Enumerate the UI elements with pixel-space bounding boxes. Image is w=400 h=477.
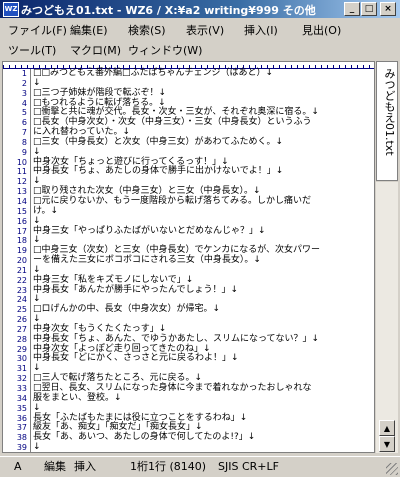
menu-window[interactable]: ウィンドウ(W) [128,42,202,58]
editor-line[interactable]: 20 ーを備えた三女にボコボコにされる三女（中身長女）。↓ [3,255,374,266]
editor-line[interactable]: 30 中身長女「どにかく、さっさと元に戻るわよ！」↓ [3,354,374,364]
menu-macro[interactable]: マクロ(M) [70,42,121,58]
editor-line[interactable]: 38 長女「あ、あいつ、あたしの身体で何してたのよ!?」↓ [3,432,374,443]
line-number: 25 [16,305,27,315]
line-number: 2 [21,78,27,88]
line-number: 7 [21,128,27,138]
line-number: 38 [16,433,27,443]
line-text[interactable]: □□みつどもえ番外編□ふたばちゃんチェンジ（はあと）↓ [33,68,273,79]
editor-line[interactable]: 1 □□みつどもえ番外編□ふたばちゃんチェンジ（はあと）↓ [3,68,374,79]
line-number: 33 [16,384,27,393]
tab-label: みつどもえ01.txt [383,68,396,156]
line-number: 35 [16,403,27,413]
status-edit[interactable]: 編集 [44,460,66,474]
menu-row-2: ツール(T) マクロ(M) ウィンドウ(W) [0,39,400,58]
line-number: 26 [16,315,27,325]
line-number: 13 [16,187,27,197]
status-bar: A 編集 挿入 1桁1行 (8140) SJIS CR+LF [0,456,400,477]
line-number: 11 [16,167,27,177]
line-number: 28 [16,334,27,344]
line-text[interactable]: □三女（中身長女）と次女（中身三女）があわてふためく。↓ [33,137,283,148]
line-number: 15 [16,206,27,216]
editor-line[interactable]: 39 ↓ [3,442,374,453]
editor-line[interactable]: 11 中身長女「ちょ、あたしの身体で勝手に出かけないでよ！」↓ [3,167,374,177]
menu-edit[interactable]: 編集(E) [70,22,108,38]
line-number: 5 [21,108,27,118]
line-text[interactable]: □ロげんかの中、長女（中身次女）が帰宅。↓ [33,304,220,315]
line-number: 23 [16,285,27,295]
maximize-button[interactable]: □ [361,2,377,16]
editor-lines[interactable]: 1 □□みつどもえ番外編□ふたばちゃんチェンジ（はあと）↓ 2 ↓ 3 □三つ子姉妹が階段… [3,68,374,453]
line-number: 34 [16,393,27,403]
title-bar[interactable]: WZ みつどもえ01.txt - WZ6 / X:¥a2 writing¥999… [0,0,400,18]
line-number: 24 [16,295,27,305]
app-icon[interactable]: WZ [3,2,19,17]
tab-file[interactable]: みつどもえ01.txt [376,61,398,181]
minimize-button[interactable]: _ [344,2,360,16]
line-number: 12 [16,177,27,187]
menu-view[interactable]: 表示(V) [186,22,224,38]
line-number: 4 [21,98,27,108]
line-text[interactable]: ↓ [33,442,41,452]
line-number: 8 [21,137,27,147]
editor-line[interactable]: 34 服をまとい、登校。↓ [3,393,374,404]
line-number: 9 [21,147,27,157]
line-number: 30 [16,354,27,364]
menu-bar: ファイル(F) 編集(E) 検索(S) 表示(V) 挿入(I) 見出(O) ツー… [0,19,400,59]
line-number: 37 [16,423,27,433]
editor-window: WZ みつどもえ01.txt - WZ6 / X:¥a2 writing¥999… [0,0,400,477]
menu-tools[interactable]: ツール(T) [8,42,56,58]
menu-headings[interactable]: 見出(O) [302,22,341,38]
menu-row-1: ファイル(F) 編集(E) 検索(S) 表示(V) 挿入(I) 見出(O) [0,19,400,38]
line-number: 17 [16,226,27,236]
status-encoding[interactable]: SJIS CR+LF [218,460,279,474]
scroll-up-button[interactable]: ▲ [379,420,395,436]
line-text[interactable]: 中身三女「やっぱりふたばがいないとだめなんじゃ？」↓ [33,226,266,237]
status-position: 1桁1行 (8140) [130,460,207,473]
line-number: 21 [16,265,27,275]
line-number: 27 [16,324,27,334]
line-number: 22 [16,275,27,285]
close-button[interactable]: × [380,2,396,16]
line-number: 18 [16,236,27,246]
editor-line[interactable]: 23 中身長女「あんたが勝手にやったんでしょう！」↓ [3,285,374,296]
status-mode: A [14,460,22,473]
line-text[interactable]: ーを備えた三女にボコボコにされる三女（中身長女）。↓ [33,255,261,266]
status-insert[interactable]: 挿入 [74,460,96,474]
line-number: 14 [16,196,27,206]
text-editor[interactable]: 1 □□みつどもえ番外編□ふたばちゃんチェンジ（はあと）↓ 2 ↓ 3 □三つ子姉妹が階段… [2,61,375,453]
line-number: 10 [16,157,27,167]
line-number: 1 [21,69,27,78]
line-number: 19 [16,246,27,256]
line-number: 29 [16,344,27,354]
line-number: 6 [21,118,27,128]
line-text[interactable]: 中身長女「どにかく、さっさと元に戻るわよ！」↓ [33,354,239,364]
line-text[interactable]: 長女「あ、あいつ、あたしの身体で何してたのよ!?」↓ [33,432,255,443]
resize-grip-icon[interactable] [386,463,398,475]
menu-search[interactable]: 検索(S) [128,22,166,38]
scroll-down-button[interactable]: ▼ [379,436,395,452]
editor-line[interactable]: 8 □三女（中身長女）と次女（中身三女）があわてふためく。↓ [3,137,374,148]
window-title: みつどもえ01.txt - WZ6 / X:¥a2 writing¥999 その… [21,4,316,17]
line-number: 32 [16,374,27,384]
vertical-scrollbar[interactable]: ▲ ▼ [376,182,398,453]
line-number: 20 [16,256,27,266]
editor-line[interactable]: 25 □ロげんかの中、長女（中身次女）が帰宅。↓ [3,304,374,315]
line-text[interactable]: 中身長女「あんたが勝手にやったんでしょう！」↓ [33,285,238,296]
line-text[interactable]: □元に戻りないか、もう一度階段から転げ落ちてみる。しかし痛いだ [33,196,311,207]
line-text[interactable]: 服をまとい、登校。↓ [33,393,122,404]
editor-line[interactable]: 15 け。↓ [3,206,374,217]
line-number: 36 [16,413,27,423]
menu-insert[interactable]: 挿入(I) [244,22,278,38]
line-number: 16 [16,216,27,226]
editor-line[interactable]: 14 □元に戻りないか、もう一度階段から転げ落ちてみる。しかし痛いだ [3,196,374,207]
editor-line[interactable]: 17 中身三女「やっぱりふたばがいないとだめなんじゃ？」↓ [3,226,374,237]
menu-file[interactable]: ファイル(F) [8,22,67,38]
line-text[interactable]: 中身長女「ちょ、あたしの身体で勝手に出かけないでよ！」↓ [33,167,283,177]
line-number: 3 [21,88,27,98]
line-number: 31 [16,364,27,374]
line-number: 39 [16,443,27,453]
